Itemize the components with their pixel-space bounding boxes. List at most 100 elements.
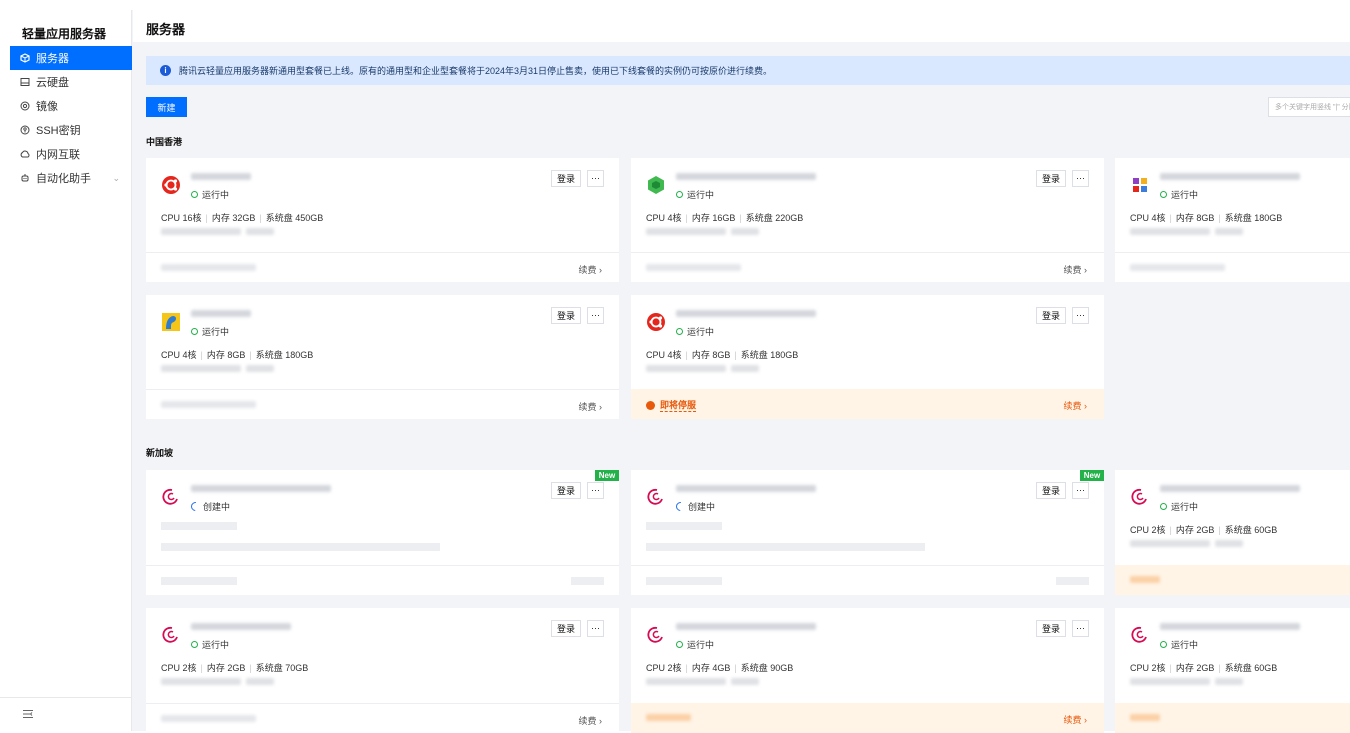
more-button[interactable]: ··· <box>1072 170 1089 187</box>
status-running: 运行中 <box>1160 500 1198 513</box>
main-content: 服务器 i 腾讯云轻量应用服务器新通用型套餐已上线。原有的通用型和企业型套餐将于… <box>133 10 1350 733</box>
instance-name <box>191 623 291 630</box>
sidebar-item-label: 自动化助手 <box>36 173 91 185</box>
sidebar-item-ssh-key[interactable]: SSH密钥 <box>10 118 132 142</box>
skeleton-line <box>646 522 722 530</box>
expiring-status[interactable]: 即将停服 <box>646 398 697 412</box>
instance-ip-extra <box>731 228 759 235</box>
instance-card[interactable]: New 创建中 登录 ··· <box>146 470 619 595</box>
more-button[interactable]: ··· <box>587 307 604 324</box>
skeleton-line <box>161 577 237 585</box>
more-button[interactable]: ··· <box>1072 482 1089 499</box>
instance-name <box>676 485 816 492</box>
loading-icon <box>674 500 687 513</box>
instance-card[interactable]: New 创建中 登录 ··· <box>631 470 1104 595</box>
renew-link[interactable]: 续费 › <box>579 400 603 413</box>
sidebar-item-label: SSH密钥 <box>36 125 81 137</box>
sidebar-item-network[interactable]: 内网互联 <box>10 142 132 166</box>
more-button[interactable]: ··· <box>587 620 604 637</box>
renew-link[interactable]: 续费 › <box>579 263 603 276</box>
more-button[interactable]: ··· <box>1072 620 1089 637</box>
instance-card[interactable]: 运行中 登录 ··· CPU 2核 | 内存 2GB | 系统盘 70GB 续费 › <box>146 608 619 733</box>
instance-specs: CPU 4核 | 内存 8GB | 系统盘 180GB <box>646 350 799 360</box>
sidebar-item-server[interactable]: 服务器 <box>10 46 132 70</box>
sidebar-footer <box>0 697 131 731</box>
instance-ip <box>161 228 241 235</box>
debian-icon <box>646 625 666 645</box>
status-running: 运行中 <box>1160 188 1198 201</box>
sidebar-item-image[interactable]: 镜像 <box>10 94 132 118</box>
login-button[interactable]: 登录 <box>1036 620 1066 637</box>
status-running: 运行中 <box>191 638 229 651</box>
sidebar-item-label: 内网互联 <box>36 149 80 161</box>
skeleton-line <box>571 577 604 585</box>
instance-card[interactable]: 运行中 登录 ··· CPU 4核 | 内存 16GB | 系统盘 220GB 续费 › <box>631 158 1104 282</box>
instance-ip <box>646 228 726 235</box>
debian-icon <box>1130 625 1150 645</box>
ubuntu-icon <box>646 312 666 332</box>
instance-ip <box>1130 228 1210 235</box>
instance-ip-extra <box>731 678 759 685</box>
instance-ip <box>161 365 241 372</box>
instance-name <box>676 173 816 180</box>
status-creating: 创建中 <box>189 500 230 513</box>
skeleton-line <box>646 543 925 551</box>
chevron-down-icon: ⌄ <box>112 172 120 183</box>
instance-name <box>191 485 331 492</box>
status-dot-icon <box>191 641 198 648</box>
instance-card[interactable]: 运行中 登录 ··· CPU 16核 | 内存 32GB | 系统盘 450GB 续费 … <box>146 158 619 282</box>
instance-card[interactable]: 运行中 登录 ··· CPU 4核 | 内存 8GB | 系统盘 180GB 即将停服 … <box>631 295 1104 419</box>
instance-specs: CPU 4核 | 内存 8GB | 系统盘 180GB <box>1130 213 1283 223</box>
card-footer <box>146 565 619 595</box>
renew-link[interactable]: 续费 › <box>1064 263 1088 276</box>
page-title: 服务器 <box>146 22 186 37</box>
assistant-icon <box>20 173 30 183</box>
grid-app-icon <box>1130 175 1150 195</box>
login-button[interactable]: 登录 <box>551 620 581 637</box>
create-button[interactable]: 新建 <box>146 97 187 117</box>
cube-icon <box>646 175 666 195</box>
more-button[interactable]: ··· <box>587 170 604 187</box>
notice-banner: i 腾讯云轻量应用服务器新通用型套餐已上线。原有的通用型和企业型套餐将于2024… <box>146 56 1350 85</box>
more-button[interactable]: ··· <box>1072 307 1089 324</box>
collapse-sidebar-icon[interactable] <box>22 708 34 720</box>
login-button[interactable]: 登录 <box>1036 307 1066 324</box>
status-dot-icon <box>191 328 198 335</box>
login-button[interactable]: 登录 <box>551 170 581 187</box>
login-button[interactable]: 登录 <box>1036 482 1066 499</box>
search-input[interactable]: 多个关键字用竖线 "|" 分隔 <box>1268 97 1350 117</box>
login-button[interactable]: 登录 <box>551 307 581 324</box>
card-footer: 续费 › <box>631 703 1104 733</box>
expiring-status-blurred <box>1130 576 1160 583</box>
renew-link[interactable]: 续费 › <box>1064 713 1088 726</box>
sidebar-item-assistant[interactable]: 自动化助手 ⌄ <box>10 166 132 190</box>
new-badge: New <box>1080 470 1104 481</box>
region-title-sg: 新加坡 <box>146 448 174 458</box>
skeleton-line <box>1056 577 1089 585</box>
status-running: 运行中 <box>191 188 229 201</box>
expire-time <box>646 264 741 271</box>
login-button[interactable]: 登录 <box>551 482 581 499</box>
instance-card[interactable]: 运行中 CPU 2核 | 内存 2GB | 系统盘 60GB <box>1115 470 1350 595</box>
card-footer <box>631 565 1104 595</box>
sidebar: 轻量应用服务器 服务器 云硬盘 镜像 SSH密钥 内网互联 自动化助手 ⌄ <box>0 10 132 731</box>
expire-time <box>161 264 256 271</box>
instance-card[interactable]: 运行中 CPU 2核 | 内存 2GB | 系统盘 60GB <box>1115 608 1350 733</box>
image-icon <box>20 101 30 111</box>
sidebar-item-disk[interactable]: 云硬盘 <box>10 70 132 94</box>
renew-link[interactable]: 续费 › <box>579 714 603 727</box>
new-badge: New <box>595 470 619 481</box>
renew-link[interactable]: 续费 › <box>1064 399 1088 412</box>
skeleton-line <box>161 543 440 551</box>
login-button[interactable]: 登录 <box>1036 170 1066 187</box>
instance-ip-extra <box>246 365 274 372</box>
more-button[interactable]: ··· <box>587 482 604 499</box>
status-running: 运行中 <box>676 325 714 338</box>
instance-card[interactable]: 运行中 登录 ··· CPU 4核 | 内存 8GB | 系统盘 180GB 续费 › <box>146 295 619 419</box>
instance-card[interactable]: 运行中 CPU 4核 | 内存 8GB | 系统盘 180GB <box>1115 158 1350 282</box>
card-footer: 续费 › <box>146 252 619 282</box>
debian-icon <box>161 487 181 507</box>
card-footer: 续费 › <box>146 703 619 733</box>
status-creating: 创建中 <box>674 500 715 513</box>
instance-card[interactable]: 运行中 登录 ··· CPU 2核 | 内存 4GB | 系统盘 90GB 续费 › <box>631 608 1104 733</box>
